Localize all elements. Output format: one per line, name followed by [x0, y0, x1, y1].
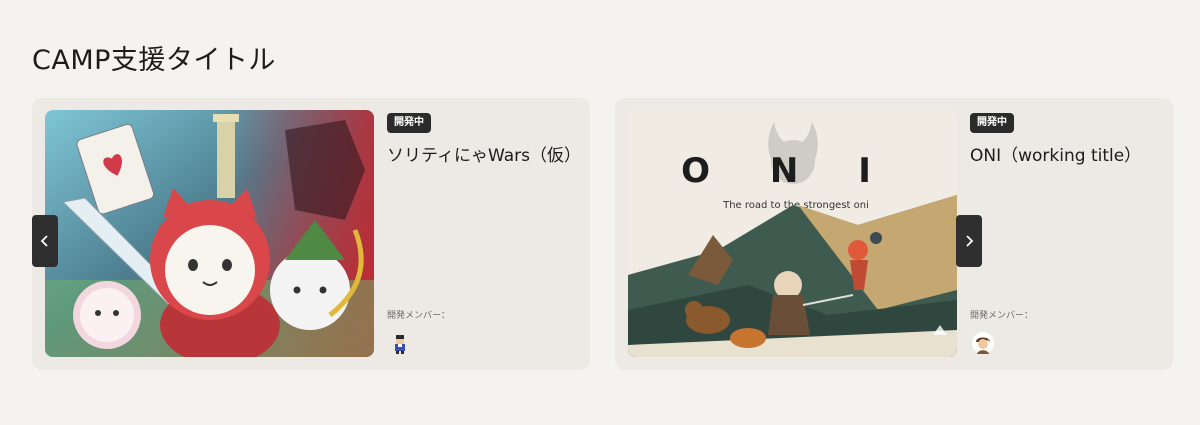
game-title[interactable]: ソリティにゃWars（仮） — [387, 144, 581, 169]
members-label: 開発メンバー： — [970, 311, 1034, 321]
chevron-left-icon — [40, 235, 48, 247]
title-card-solitaire-nya-wars[interactable]: 開発中 ソリティにゃWars（仮） 開発メンバー： — [32, 98, 590, 370]
status-badge: 開発中 — [387, 113, 431, 133]
status-badge: 開発中 — [970, 113, 1014, 133]
member-avatar-icon[interactable] — [389, 332, 411, 354]
member-avatar-icon[interactable] — [972, 332, 994, 354]
section-title: CAMP支援タイトル — [32, 45, 276, 76]
members-label: 開発メンバー： — [387, 311, 451, 321]
game-thumbnail[interactable] — [45, 110, 374, 357]
game-title[interactable]: ONI（working title） — [970, 144, 1161, 169]
chevron-right-icon — [966, 235, 974, 247]
art-logo-text: O N I — [681, 151, 895, 191]
title-card-oni[interactable]: O N I The road to the strongest oni 開発中 … — [615, 98, 1173, 370]
carousel-prev-button[interactable] — [32, 215, 58, 267]
carousel-next-button[interactable] — [956, 215, 982, 267]
game-thumbnail[interactable]: O N I The road to the strongest oni — [628, 110, 957, 357]
